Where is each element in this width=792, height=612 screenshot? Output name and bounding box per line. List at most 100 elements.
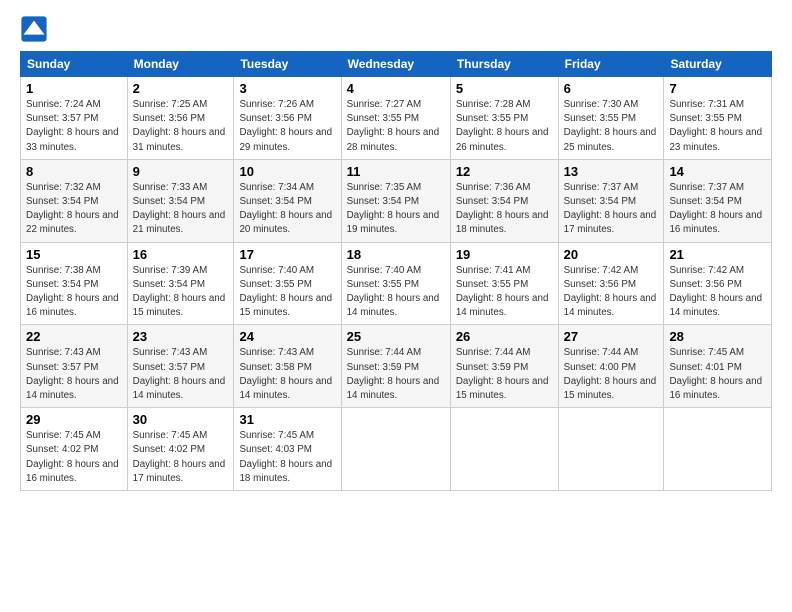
day-number: 4 — [347, 81, 445, 96]
day-info: Sunrise: 7:34 AMSunset: 3:54 PMDaylight:… — [239, 181, 335, 238]
day-number: 29 — [26, 412, 122, 427]
col-sunday: Sunday — [21, 52, 128, 77]
day-info: Sunrise: 7:31 AMSunset: 3:55 PMDaylight:… — [669, 98, 766, 155]
table-row: 19Sunrise: 7:41 AMSunset: 3:55 PMDayligh… — [450, 242, 558, 325]
day-number: 19 — [456, 247, 553, 262]
day-number: 8 — [26, 164, 122, 179]
table-row: 22 Sunrise: 7:43 AMSunset: 3:57 PMDayligh… — [21, 325, 128, 408]
day-number: 9 — [133, 164, 229, 179]
day-number: 7 — [669, 81, 766, 96]
day-number: 17 — [239, 247, 335, 262]
day-number: 14 — [669, 164, 766, 179]
day-info: Sunrise: 7:37 AMSunset: 3:54 PMDaylight:… — [669, 181, 766, 238]
day-info: Sunrise: 7:42 AMSunset: 3:56 PMDaylight:… — [564, 264, 659, 321]
day-info: Sunrise: 7:25 AMSunset: 3:56 PMDaylight:… — [133, 98, 229, 155]
table-row: 10 Sunrise: 7:34 AMSunset: 3:54 PMDayligh… — [234, 159, 341, 242]
table-row: 4 Sunrise: 7:27 AMSunset: 3:55 PMDaylight… — [341, 77, 450, 160]
calendar-table: Sunday Monday Tuesday Wednesday Thursday… — [20, 51, 772, 491]
day-info: Sunrise: 7:43 AMSunset: 3:58 PMDaylight:… — [239, 346, 335, 403]
table-row: 25 Sunrise: 7:44 AMSunset: 3:59 PMDayligh… — [341, 325, 450, 408]
day-number: 6 — [564, 81, 659, 96]
table-row: 9 Sunrise: 7:33 AMSunset: 3:54 PMDaylight… — [127, 159, 234, 242]
day-info: Sunrise: 7:33 AMSunset: 3:54 PMDaylight:… — [133, 181, 229, 238]
table-row: 26 Sunrise: 7:44 AMSunset: 3:59 PMDayligh… — [450, 325, 558, 408]
table-row — [558, 408, 664, 491]
day-info: Sunrise: 7:28 AMSunset: 3:55 PMDaylight:… — [456, 98, 553, 155]
day-info: Sunrise: 7:45 AMSunset: 4:01 PMDaylight:… — [669, 346, 766, 403]
calendar-week-1: 1 Sunrise: 7:24 AMSunset: 3:57 PMDaylight… — [21, 77, 772, 160]
day-info: Sunrise: 7:45 AMSunset: 4:02 PMDaylight:… — [26, 429, 122, 486]
logo — [20, 15, 52, 43]
day-number: 18 — [347, 247, 445, 262]
table-row: 28 Sunrise: 7:45 AMSunset: 4:01 PMDayligh… — [664, 325, 772, 408]
day-info: Sunrise: 7:39 AMSunset: 3:54 PMDaylight:… — [133, 264, 229, 321]
day-number: 5 — [456, 81, 553, 96]
day-number: 22 — [26, 329, 122, 344]
day-number: 12 — [456, 164, 553, 179]
table-row: 29 Sunrise: 7:45 AMSunset: 4:02 PMDayligh… — [21, 408, 128, 491]
logo-icon — [20, 15, 48, 43]
table-row: 3 Sunrise: 7:26 AMSunset: 3:56 PMDaylight… — [234, 77, 341, 160]
col-tuesday: Tuesday — [234, 52, 341, 77]
calendar-week-5: 29 Sunrise: 7:45 AMSunset: 4:02 PMDayligh… — [21, 408, 772, 491]
day-info: Sunrise: 7:44 AMSunset: 3:59 PMDaylight:… — [347, 346, 445, 403]
day-number: 25 — [347, 329, 445, 344]
table-row: 12Sunrise: 7:36 AMSunset: 3:54 PMDayligh… — [450, 159, 558, 242]
day-info: Sunrise: 7:43 AMSunset: 3:57 PMDaylight:… — [26, 346, 122, 403]
table-row: 6 Sunrise: 7:30 AMSunset: 3:55 PMDaylight… — [558, 77, 664, 160]
day-number: 26 — [456, 329, 553, 344]
table-row: 14 Sunrise: 7:37 AMSunset: 3:54 PMDayligh… — [664, 159, 772, 242]
table-row: 1 Sunrise: 7:24 AMSunset: 3:57 PMDaylight… — [21, 77, 128, 160]
day-info: Sunrise: 7:30 AMSunset: 3:55 PMDaylight:… — [564, 98, 659, 155]
day-info: Sunrise: 7:44 AMSunset: 3:59 PMDaylight:… — [456, 346, 553, 403]
day-number: 20 — [564, 247, 659, 262]
day-info: Sunrise: 7:26 AMSunset: 3:56 PMDaylight:… — [239, 98, 335, 155]
calendar-week-4: 22 Sunrise: 7:43 AMSunset: 3:57 PMDayligh… — [21, 325, 772, 408]
day-number: 2 — [133, 81, 229, 96]
table-row: 11 Sunrise: 7:35 AMSunset: 3:54 PMDayligh… — [341, 159, 450, 242]
page-container: Sunday Monday Tuesday Wednesday Thursday… — [0, 0, 792, 501]
table-row — [341, 408, 450, 491]
day-info: Sunrise: 7:40 AMSunset: 3:55 PMDaylight:… — [347, 264, 445, 321]
day-info: Sunrise: 7:37 AMSunset: 3:54 PMDaylight:… — [564, 181, 659, 238]
table-row — [664, 408, 772, 491]
calendar-header-row: Sunday Monday Tuesday Wednesday Thursday… — [21, 52, 772, 77]
day-number: 13 — [564, 164, 659, 179]
calendar-week-3: 15 Sunrise: 7:38 AMSunset: 3:54 PMDayligh… — [21, 242, 772, 325]
day-info: Sunrise: 7:27 AMSunset: 3:55 PMDaylight:… — [347, 98, 445, 155]
day-number: 1 — [26, 81, 122, 96]
day-info: Sunrise: 7:40 AMSunset: 3:55 PMDaylight:… — [239, 264, 335, 321]
table-row: 21Sunrise: 7:42 AMSunset: 3:56 PMDayligh… — [664, 242, 772, 325]
table-row: 13 Sunrise: 7:37 AMSunset: 3:54 PMDayligh… — [558, 159, 664, 242]
col-thursday: Thursday — [450, 52, 558, 77]
day-number: 28 — [669, 329, 766, 344]
table-row: 8 Sunrise: 7:32 AMSunset: 3:54 PMDaylight… — [21, 159, 128, 242]
table-row: 5 Sunrise: 7:28 AMSunset: 3:55 PMDaylight… — [450, 77, 558, 160]
day-info: Sunrise: 7:24 AMSunset: 3:57 PMDaylight:… — [26, 98, 122, 155]
table-row — [450, 408, 558, 491]
table-row: 18 Sunrise: 7:40 AMSunset: 3:55 PMDayligh… — [341, 242, 450, 325]
day-number: 23 — [133, 329, 229, 344]
day-info: Sunrise: 7:45 AMSunset: 4:03 PMDaylight:… — [239, 429, 335, 486]
day-number: 3 — [239, 81, 335, 96]
day-info: Sunrise: 7:32 AMSunset: 3:54 PMDaylight:… — [26, 181, 122, 238]
day-info: Sunrise: 7:44 AMSunset: 4:00 PMDaylight:… — [564, 346, 659, 403]
table-row: 16 Sunrise: 7:39 AMSunset: 3:54 PMDayligh… — [127, 242, 234, 325]
day-number: 24 — [239, 329, 335, 344]
calendar-week-2: 8 Sunrise: 7:32 AMSunset: 3:54 PMDaylight… — [21, 159, 772, 242]
table-row: 7 Sunrise: 7:31 AMSunset: 3:55 PMDaylight… — [664, 77, 772, 160]
day-info: Sunrise: 7:45 AMSunset: 4:02 PMDaylight:… — [133, 429, 229, 486]
day-info: Sunrise: 7:35 AMSunset: 3:54 PMDaylight:… — [347, 181, 445, 238]
col-friday: Friday — [558, 52, 664, 77]
table-row: 30Sunrise: 7:45 AMSunset: 4:02 PMDayligh… — [127, 408, 234, 491]
day-info: Sunrise: 7:38 AMSunset: 3:54 PMDaylight:… — [26, 264, 122, 321]
day-number: 16 — [133, 247, 229, 262]
day-number: 15 — [26, 247, 122, 262]
day-number: 10 — [239, 164, 335, 179]
header — [20, 15, 772, 43]
table-row: 17 Sunrise: 7:40 AMSunset: 3:55 PMDayligh… — [234, 242, 341, 325]
table-row: 23Sunrise: 7:43 AMSunset: 3:57 PMDayligh… — [127, 325, 234, 408]
day-number: 31 — [239, 412, 335, 427]
day-number: 11 — [347, 164, 445, 179]
col-saturday: Saturday — [664, 52, 772, 77]
